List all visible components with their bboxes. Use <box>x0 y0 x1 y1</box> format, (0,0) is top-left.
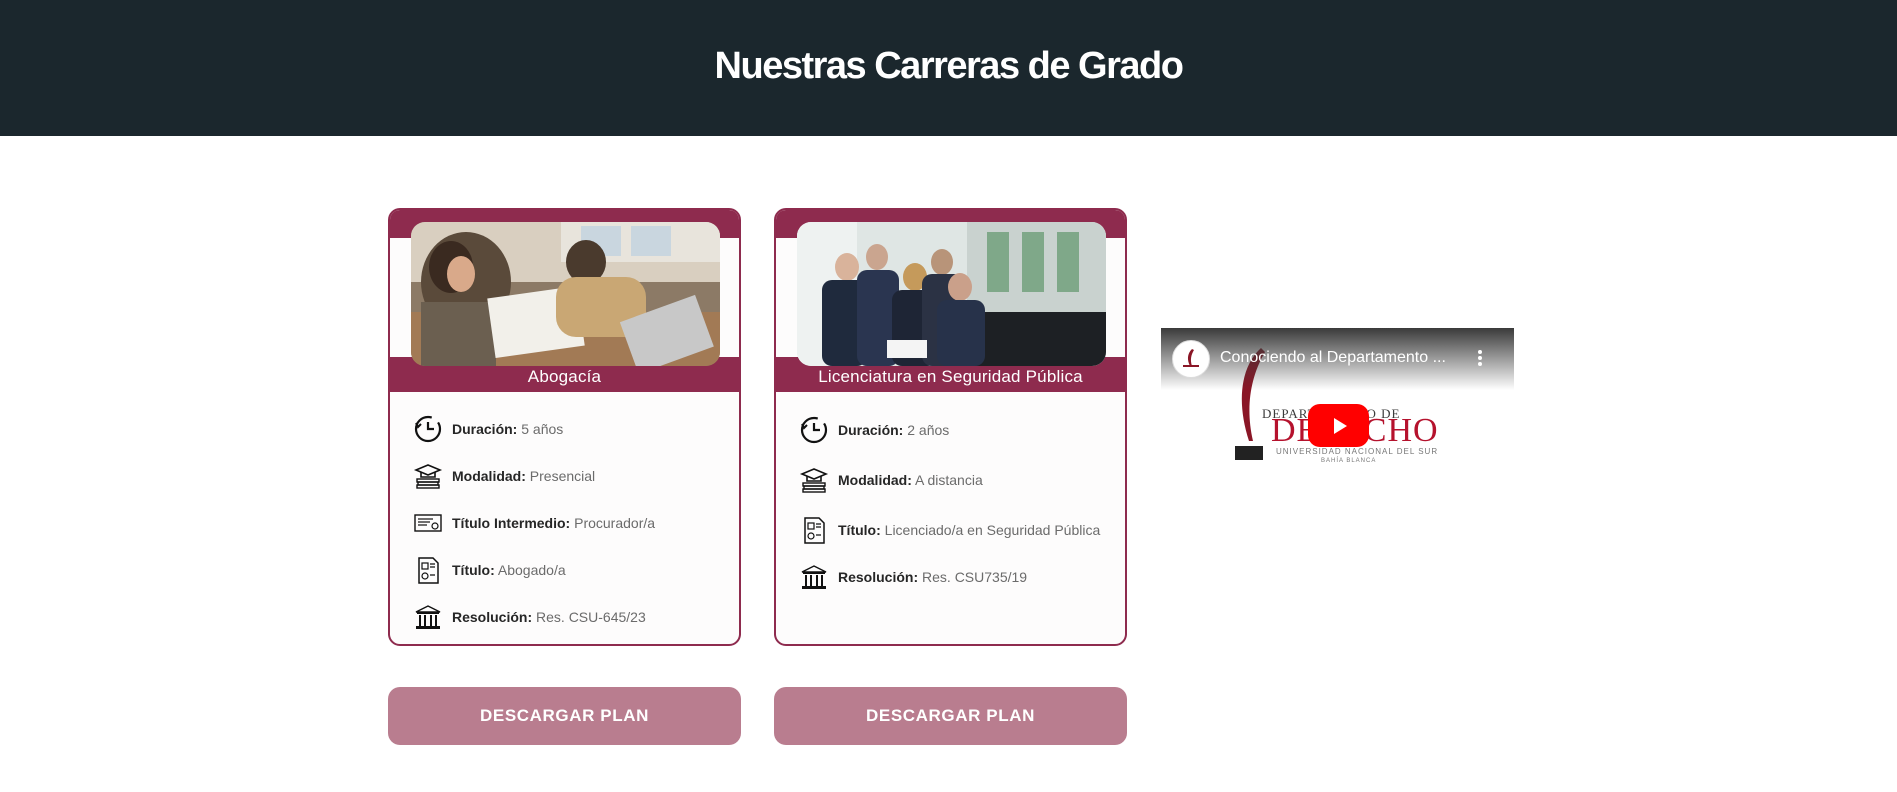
info-row-duracion: Duración: 5 años <box>412 405 732 452</box>
video-logo-sub: UNIVERSIDAD NACIONAL DEL SUR <box>1276 447 1439 456</box>
info-row-modalidad: Modalidad: Presencial <box>412 452 732 499</box>
download-plan-button-abogacia[interactable]: DESCARGAR PLAN <box>388 687 741 745</box>
page-title: Nuestras Carreras de Grado <box>714 44 1184 87</box>
download-plan-button-seguridad-publica[interactable]: DESCARGAR PLAN <box>774 687 1127 745</box>
info-label: Duración: <box>452 420 518 437</box>
info-label: Resolución: <box>838 568 919 585</box>
career-name: Abogacía <box>527 367 602 386</box>
diploma-icon <box>412 554 444 586</box>
career-photo-seguridad-publica <box>797 222 1106 366</box>
info-label: Duración: <box>838 421 904 438</box>
info-row-duracion: Duración: 2 años <box>798 406 1118 453</box>
info-row-modalidad: Modalidad: A distancia <box>798 453 1118 506</box>
building-icon <box>798 561 830 593</box>
certificate-icon <box>412 507 444 539</box>
graduation-cap-icon <box>798 464 830 496</box>
info-label: Título Intermedio: <box>452 514 571 531</box>
info-value: A distancia <box>915 471 983 488</box>
info-value: Licenciado/a en Seguridad Pública <box>884 521 1101 538</box>
info-label: Modalidad: <box>838 471 912 488</box>
info-value: Res. CSU-645/23 <box>536 608 646 625</box>
info-value: Res. CSU735/19 <box>922 568 1028 585</box>
clock-icon <box>412 413 444 445</box>
info-value: Presencial <box>529 467 596 484</box>
info-label: Resolución: <box>452 608 533 625</box>
info-row-resolucion: Resolución: Res. CSU-645/23 <box>412 593 732 640</box>
info-value: 2 años <box>907 421 950 438</box>
play-button[interactable] <box>1308 404 1369 447</box>
info-value: 5 años <box>521 420 564 437</box>
page-header: Nuestras Carreras de Grado <box>0 0 1897 136</box>
info-label: Título: <box>838 521 881 538</box>
career-photo-abogacia <box>411 222 720 366</box>
video-embed[interactable]: DEPARTAMENTO DE DERECHO UNIVERSIDAD NACI… <box>1161 328 1514 466</box>
info-row-titulo: Título: Abogado/a <box>412 546 732 593</box>
video-logo-sub2: BAHÍA BLANCA <box>1321 458 1377 464</box>
graduation-cap-icon <box>412 460 444 492</box>
more-options-icon[interactable] <box>1473 346 1487 370</box>
info-label: Modalidad: <box>452 467 526 484</box>
info-row-titulo: Título: Licenciado/a en Seguridad Públic… <box>798 506 1118 553</box>
diploma-icon <box>798 514 830 546</box>
career-card-abogacia: Abogacía Duración: 5 años Modalidad: Pre… <box>388 208 741 646</box>
info-row-resolucion: Resolución: Res. CSU735/19 <box>798 553 1118 600</box>
info-value: Abogado/a <box>497 561 566 578</box>
career-card-seguridad-publica: Licenciatura en Seguridad Pública Duraci… <box>774 208 1127 646</box>
building-icon <box>412 601 444 633</box>
clock-icon <box>798 414 830 446</box>
info-value: Procurador/a <box>574 514 656 531</box>
info-label: Título: <box>452 561 495 578</box>
info-row-titulo-intermedio: Título Intermedio: Procurador/a <box>412 499 732 546</box>
career-name: Licenciatura en Seguridad Pública <box>818 367 1083 386</box>
channel-avatar[interactable] <box>1172 340 1210 378</box>
play-icon <box>1333 417 1347 434</box>
video-title[interactable]: Conociendo al Departamento ... <box>1220 349 1446 367</box>
